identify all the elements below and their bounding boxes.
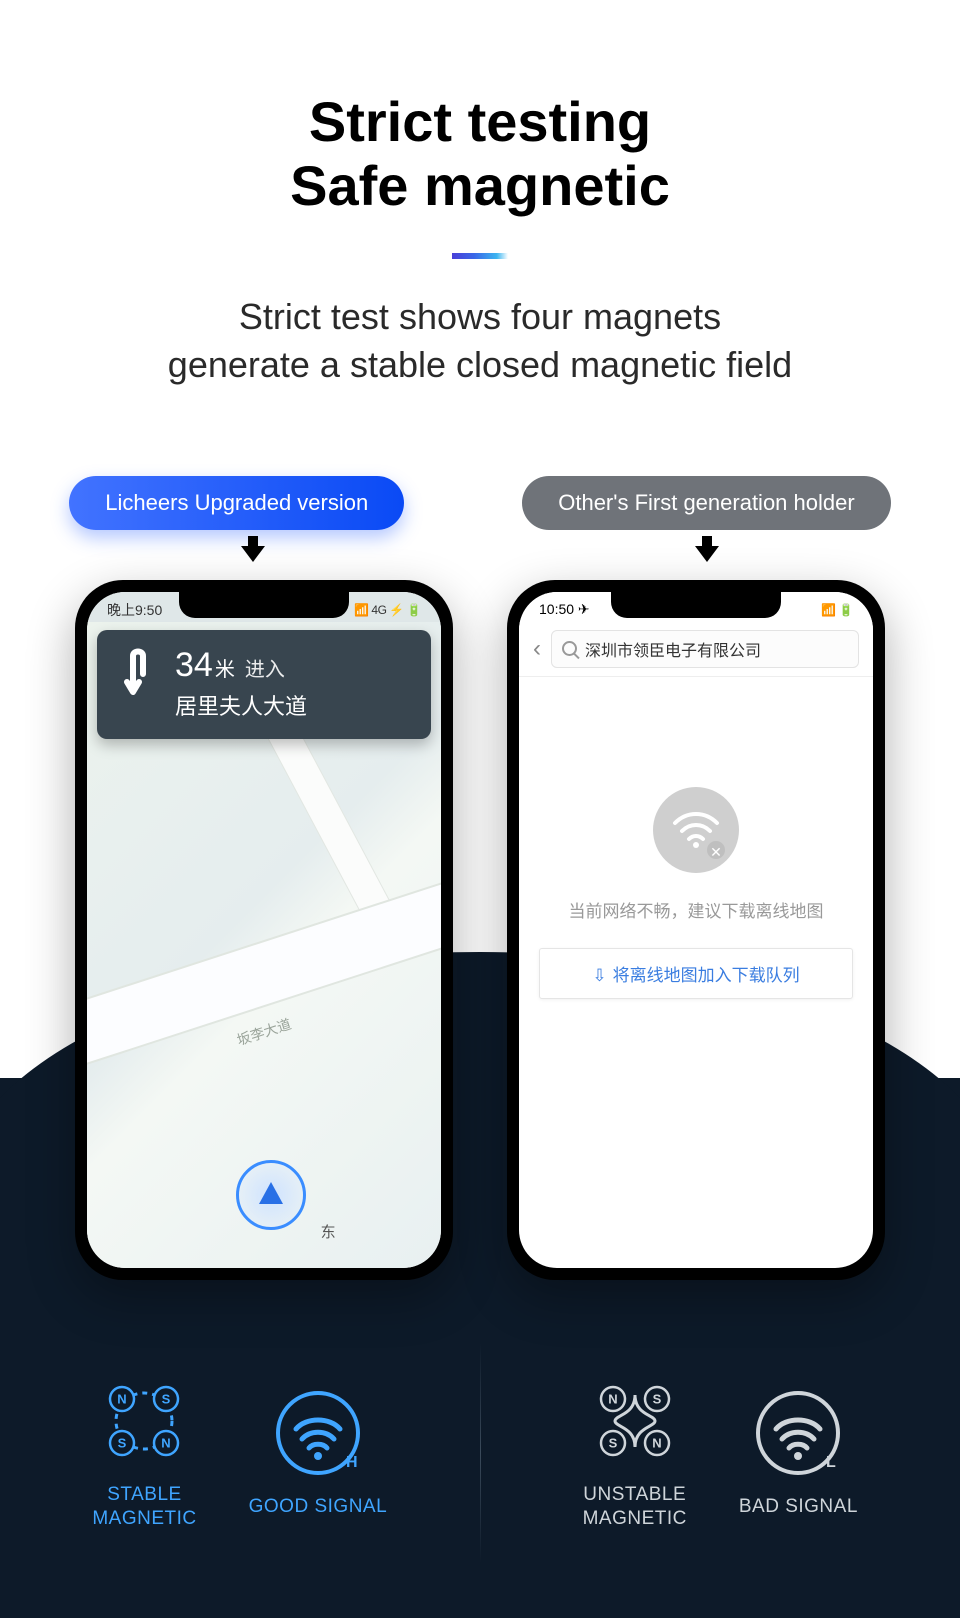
stable-magnetic-icon: N S S N xyxy=(98,1375,190,1467)
svg-text:S: S xyxy=(608,1436,617,1451)
badge-stable-magnetic: N S S N STABLE MAGNETIC xyxy=(92,1375,196,1531)
svg-text:N: N xyxy=(608,1392,617,1407)
notch xyxy=(611,592,781,618)
badges-left: N S S N STABLE MAGNETIC H GOOD SIGNAL xyxy=(0,1288,480,1618)
download-offline-button[interactable]: ⇩ 将离线地图加入下载队列 xyxy=(539,948,853,999)
heading-arrow-icon xyxy=(259,1182,283,1204)
svg-text:S: S xyxy=(118,1436,127,1451)
badge-label: BAD SIGNAL xyxy=(739,1495,858,1519)
good-signal-icon: H xyxy=(272,1387,364,1479)
subtitle-line-2: generate a stable closed magnetic field xyxy=(0,341,960,390)
svg-text:H: H xyxy=(346,1454,358,1471)
badges-row: N S S N STABLE MAGNETIC H GOOD SIGNAL xyxy=(0,1288,960,1618)
phone-mockups: 晚上9:50 📶 4G ⚡ 🔋 坂李大道 东 xyxy=(0,580,960,1280)
download-icon: ⇩ xyxy=(592,966,606,985)
search-text: 深圳市领臣电子有限公司 xyxy=(585,637,761,661)
nav-text: 34米进入 居里夫人大道 xyxy=(175,646,307,721)
empty-state: ✕ 当前网络不畅，建议下载离线地图 ⇩ 将离线地图加入下载队列 xyxy=(519,787,873,999)
header: Strict testing Safe magnetic Strict test… xyxy=(0,0,960,390)
svg-text:L: L xyxy=(826,1454,836,1471)
badge-bad-signal: L BAD SIGNAL xyxy=(739,1387,858,1519)
notch xyxy=(179,592,349,618)
status-time: 10:50 ✈ xyxy=(539,601,590,618)
title-line-2: Safe magnetic xyxy=(0,154,960,218)
svg-text:N: N xyxy=(652,1436,661,1451)
subtitle-line-1: Strict test shows four magnets xyxy=(0,293,960,342)
offline-x-badge: ✕ xyxy=(705,839,727,861)
pill-upgraded: Licheers Upgraded version xyxy=(69,476,404,530)
wifi-offline-icon: ✕ xyxy=(653,787,739,873)
road-label: 坂李大道 xyxy=(234,1014,293,1050)
nav-distance-row: 34米进入 xyxy=(175,646,307,685)
arrow-down-icon xyxy=(695,546,719,562)
status-indicators: 📶 4G ⚡ 🔋 xyxy=(354,603,421,617)
badge-unstable-magnetic: N S S N UNSTABLE MAGNETIC xyxy=(583,1375,687,1531)
product-infographic: Strict testing Safe magnetic Strict test… xyxy=(0,0,960,1618)
status-indicators: 📶 🔋 xyxy=(821,603,853,617)
nav-enter: 进入 xyxy=(245,659,285,681)
svg-text:N: N xyxy=(118,1392,127,1407)
phone-upgraded: 晚上9:50 📶 4G ⚡ 🔋 坂李大道 东 xyxy=(75,580,453,1280)
phone-other: 10:50 ✈ 📶 🔋 ‹ 深圳市领臣电子有限公司 ✕ 当前网络不畅，建议下 xyxy=(507,580,885,1280)
comparison-pills: Licheers Upgraded version Other's First … xyxy=(0,476,960,530)
status-time: 晚上9:50 xyxy=(107,600,162,620)
compass-east-label: 东 xyxy=(321,1221,336,1242)
phone-screen-right: 10:50 ✈ 📶 🔋 ‹ 深圳市领臣电子有限公司 ✕ 当前网络不畅，建议下 xyxy=(519,592,873,1268)
badge-good-signal: H GOOD SIGNAL xyxy=(249,1387,388,1519)
location-circle-icon xyxy=(236,1160,306,1230)
badge-label: STABLE MAGNETIC xyxy=(92,1483,196,1531)
nav-unit: 米 xyxy=(215,659,235,681)
badge-label: UNSTABLE MAGNETIC xyxy=(583,1483,687,1531)
arrows-row xyxy=(0,546,960,562)
download-label: 将离线地图加入下载队列 xyxy=(613,966,800,985)
unstable-magnetic-icon: N S S N xyxy=(589,1375,681,1467)
search-icon xyxy=(562,641,577,656)
arrow-down-icon xyxy=(241,546,265,562)
pill-other: Other's First generation holder xyxy=(522,476,890,530)
empty-state-text: 当前网络不畅，建议下载离线地图 xyxy=(569,897,824,922)
current-location-marker xyxy=(236,1160,306,1230)
page-title: Strict testing Safe magnetic xyxy=(0,90,960,219)
accent-divider xyxy=(452,253,508,259)
search-bar-row: ‹ 深圳市领臣电子有限公司 xyxy=(519,622,873,677)
bad-signal-icon: L xyxy=(752,1387,844,1479)
badges-right: N S S N UNSTABLE MAGNETIC L BAD SIGNAL xyxy=(481,1288,960,1618)
svg-text:S: S xyxy=(652,1392,661,1407)
uturn-icon xyxy=(113,646,161,704)
nav-distance: 34 xyxy=(175,646,213,684)
title-line-1: Strict testing xyxy=(0,90,960,154)
phone-screen-left: 晚上9:50 📶 4G ⚡ 🔋 坂李大道 东 xyxy=(87,592,441,1268)
page-subtitle: Strict test shows four magnets generate … xyxy=(0,293,960,390)
svg-text:S: S xyxy=(162,1392,171,1407)
svg-text:N: N xyxy=(162,1436,171,1451)
search-input[interactable]: 深圳市领臣电子有限公司 xyxy=(551,630,859,668)
navigation-card: 34米进入 居里夫人大道 xyxy=(97,630,431,739)
nav-road-name: 居里夫人大道 xyxy=(175,689,307,721)
back-chevron-icon[interactable]: ‹ xyxy=(533,635,541,663)
badge-label: GOOD SIGNAL xyxy=(249,1495,388,1519)
